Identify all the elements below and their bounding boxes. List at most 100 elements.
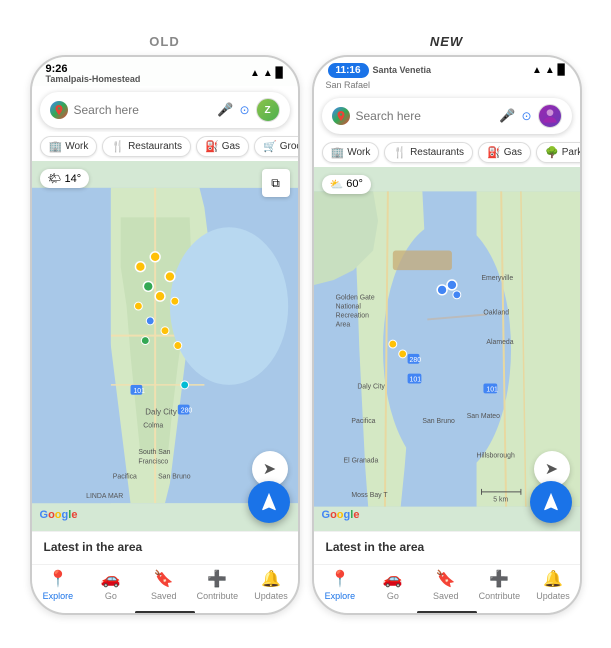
svg-text:101: 101 [486, 386, 498, 393]
old-mic-icon[interactable]: 🎤 [217, 102, 233, 118]
svg-text:San Mateo: San Mateo [466, 412, 499, 419]
old-search-text: Search here [74, 103, 212, 117]
new-nav-go-label: Go [387, 591, 399, 601]
old-time: 9:26 [46, 63, 141, 75]
new-chip-gas-label: Gas [504, 147, 522, 158]
old-nav-updates-label: Updates [254, 591, 288, 601]
old-directions-fab[interactable] [248, 481, 290, 523]
work-icon: 🏢 [49, 140, 63, 153]
new-sub-location: San Rafael [314, 80, 580, 92]
old-lens-icon[interactable]: ⊙ [239, 103, 249, 117]
new-chip-restaurants[interactable]: 🍴 Restaurants [384, 142, 473, 163]
new-chip-parks-label: Parks [562, 147, 580, 158]
new-avatar[interactable] [538, 104, 562, 128]
new-nav-updates[interactable]: 🔔 Updates [533, 569, 573, 601]
old-search-bar[interactable]: Search here 🎤 ⊙ Z [40, 92, 290, 128]
old-nav-contribute[interactable]: ➕ Contribute [197, 569, 239, 601]
old-google-logo: Google [40, 509, 78, 521]
new-work-icon: 🏢 [331, 146, 345, 159]
signal-icon: ▲ [250, 68, 260, 79]
new-chip-parks[interactable]: 🌳 Parks [536, 142, 579, 163]
new-saved-icon: 🔖 [436, 569, 456, 589]
new-lens-icon[interactable]: ⊙ [521, 109, 531, 123]
svg-text:Golden Gate: Golden Gate [335, 294, 374, 301]
new-status-bar: 11:16 Santa Venetia ▲ ▲ ▉ [314, 57, 580, 80]
svg-text:LINDA MAR: LINDA MAR [86, 494, 123, 501]
svg-text:Daly City: Daly City [357, 383, 385, 390]
svg-text:Oakland: Oakland [483, 309, 509, 316]
svg-text:Emeryville: Emeryville [481, 275, 513, 282]
old-map-area[interactable]: Daly City Colma South San Francisco Paci… [32, 161, 298, 530]
groceries-icon: 🛒 [263, 140, 277, 153]
old-nav-saved[interactable]: 🔖 Saved [144, 569, 184, 601]
new-parks-icon: 🌳 [545, 146, 559, 159]
saved-icon: 🔖 [154, 569, 174, 589]
new-nav-go[interactable]: 🚗 Go [373, 569, 413, 601]
old-chip-work-label: Work [65, 141, 88, 152]
new-maps-logo-icon [332, 107, 350, 125]
new-phone-wrapper: NEW 11:16 Santa Venetia ▲ ▲ ▉ San Rafael [312, 34, 582, 615]
new-map-area[interactable]: Golden Gate National Recreation Area Eme… [314, 167, 580, 531]
svg-text:Pacifica: Pacifica [112, 474, 136, 481]
svg-text:5 km: 5 km [493, 496, 508, 503]
old-label: OLD [149, 34, 179, 49]
new-chip-work[interactable]: 🏢 Work [322, 142, 380, 163]
comparison-row: OLD 9:26 Tamalpais-Homestead ▲ ▲ ▉ [30, 34, 582, 615]
svg-text:280: 280 [180, 408, 192, 415]
old-search-container: Search here 🎤 ⊙ Z [32, 86, 298, 132]
new-gas-icon: ⛽ [487, 146, 501, 159]
new-mic-icon[interactable]: 🎤 [499, 108, 515, 124]
new-latest-section: Latest in the area [314, 531, 580, 564]
svg-text:San Bruno: San Bruno [422, 417, 455, 424]
new-directions-fab[interactable] [530, 481, 572, 523]
wifi-icon: ▲ [263, 68, 273, 79]
new-label: NEW [430, 34, 463, 49]
new-chip-gas[interactable]: ⛽ Gas [478, 142, 531, 163]
new-weather-chip: ⛅ 60° [322, 175, 371, 194]
go-icon: 🚗 [101, 569, 121, 589]
new-weather-icon: ⛅ [330, 178, 344, 191]
gas-icon: ⛽ [205, 140, 219, 153]
new-avatar-image [540, 106, 560, 126]
svg-text:Daly City: Daly City [145, 408, 177, 417]
svg-text:Recreation: Recreation [335, 312, 368, 319]
main-container: OLD 9:26 Tamalpais-Homestead ▲ ▲ ▉ [0, 0, 611, 648]
new-search-container: Search here 🎤 ⊙ [314, 92, 580, 138]
old-chip-work[interactable]: 🏢 Work [40, 136, 98, 157]
new-battery-icon: ▉ [558, 65, 566, 76]
new-latest-title: Latest in the area [326, 540, 568, 554]
new-status-icons: ▲ ▲ ▉ [532, 65, 566, 76]
svg-text:280: 280 [409, 356, 421, 363]
new-wifi-icon: ▲ [545, 65, 555, 76]
svg-text:Moss Bay T: Moss Bay T [351, 491, 388, 498]
old-nav-go[interactable]: 🚗 Go [91, 569, 131, 601]
svg-text:Hillsborough: Hillsborough [476, 452, 514, 459]
new-nav-saved-label: Saved [433, 591, 459, 601]
old-chip-groceries-label: Groceries [280, 141, 298, 152]
old-weather-temp: 14° [64, 173, 81, 185]
new-nav-saved[interactable]: 🔖 Saved [426, 569, 466, 601]
new-nav-explore[interactable]: 📍 Explore [320, 569, 360, 601]
old-chip-groceries[interactable]: 🛒 Groceries [254, 136, 297, 157]
old-chips-row: 🏢 Work 🍴 Restaurants ⛽ Gas 🛒 Groceries [32, 132, 298, 161]
new-restaurants-icon: 🍴 [393, 146, 407, 159]
old-layers-button[interactable]: ⧉ [262, 169, 290, 197]
new-chips-row: 🏢 Work 🍴 Restaurants ⛽ Gas 🌳 Parks [314, 138, 580, 167]
new-nav-contribute[interactable]: ➕ Contribute [479, 569, 521, 601]
new-home-indicator [417, 611, 477, 614]
old-phone: 9:26 Tamalpais-Homestead ▲ ▲ ▉ [30, 55, 300, 615]
svg-text:Francisco: Francisco [138, 459, 168, 466]
old-chip-restaurants[interactable]: 🍴 Restaurants [102, 136, 191, 157]
old-chip-gas[interactable]: ⛽ Gas [196, 136, 249, 157]
old-nav-explore[interactable]: 📍 Explore [38, 569, 78, 601]
new-search-bar[interactable]: Search here 🎤 ⊙ [322, 98, 572, 134]
new-nav-explore-label: Explore [325, 591, 356, 601]
new-chip-work-label: Work [347, 147, 370, 158]
old-nav-updates[interactable]: 🔔 Updates [251, 569, 291, 601]
svg-text:South San: South San [138, 449, 170, 456]
new-signal-icon: ▲ [532, 65, 542, 76]
old-avatar[interactable]: Z [256, 98, 280, 122]
battery-icon: ▉ [276, 68, 284, 79]
old-home-indicator [135, 611, 195, 614]
old-location: Tamalpais-Homestead [46, 75, 141, 85]
